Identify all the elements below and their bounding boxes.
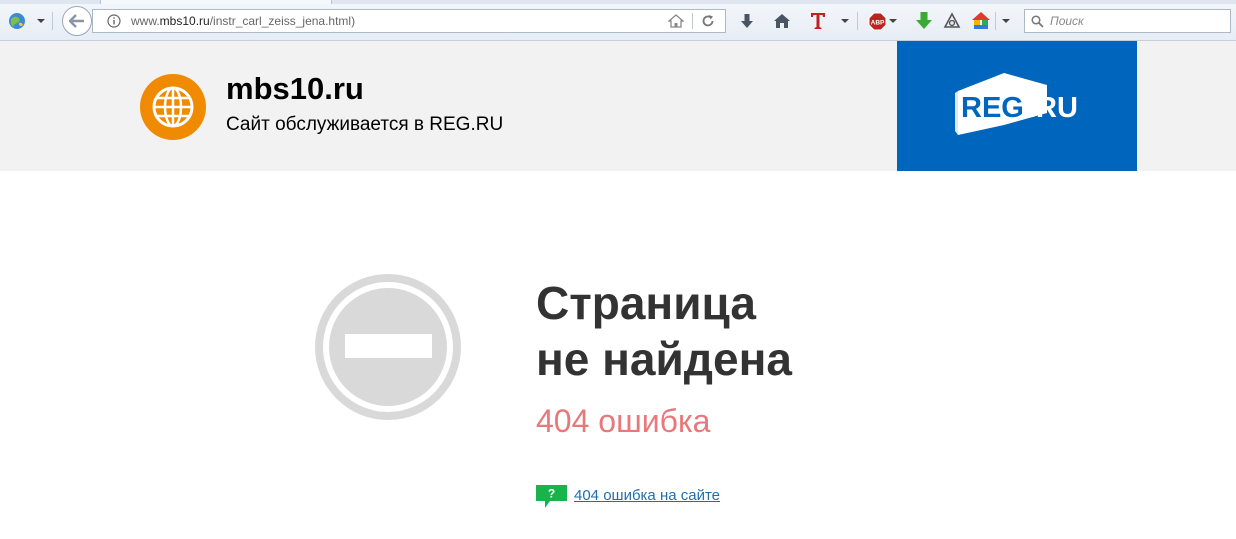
adblock-icon[interactable]: ABP bbox=[867, 11, 887, 31]
url-prefix: www. bbox=[131, 14, 160, 28]
reload-icon[interactable] bbox=[701, 14, 715, 28]
reg-ru-banner[interactable]: REG .RU bbox=[897, 41, 1137, 171]
toolbar-separator bbox=[995, 12, 996, 30]
adblock-label: ABP bbox=[870, 19, 884, 26]
reg-ru-logo: REG .RU bbox=[955, 73, 1078, 135]
green-download-icon[interactable] bbox=[914, 10, 934, 32]
target-icon[interactable] bbox=[942, 11, 962, 31]
home-icon[interactable] bbox=[772, 11, 792, 31]
title-line-1: Страница bbox=[536, 277, 756, 329]
t-icon[interactable] bbox=[808, 9, 828, 33]
info-icon[interactable] bbox=[107, 14, 121, 28]
url-host: mbs10.ru bbox=[159, 14, 210, 28]
hosting-tagline: Сайт обслуживается в REG.RU bbox=[226, 114, 504, 135]
tab-strip bbox=[0, 0, 1236, 4]
download-arrow-icon[interactable] bbox=[738, 11, 756, 31]
site-name: mbs10.ru bbox=[226, 71, 364, 106]
t-menu-chevron-icon[interactable] bbox=[840, 17, 850, 25]
colored-house-icon[interactable] bbox=[970, 10, 992, 32]
url-path: /instr_carl_zeiss_jena.html) bbox=[209, 14, 356, 28]
site-header: mbs10.ru Сайт обслуживается в REG.RU REG… bbox=[0, 41, 1236, 171]
page-home-icon[interactable] bbox=[668, 14, 684, 28]
browser-toolbar: www. mbs10.ru/instr_carl_zeiss_jena.html)… bbox=[0, 0, 1236, 41]
site-logo bbox=[140, 74, 206, 140]
globe-grid-icon bbox=[152, 86, 194, 128]
question-mark: ? bbox=[548, 487, 555, 501]
back-arrow-icon bbox=[69, 14, 85, 28]
toolbar-separator bbox=[52, 12, 53, 30]
menu-dropdown-icon[interactable] bbox=[1001, 17, 1011, 25]
title-line-2: не найдена bbox=[536, 333, 792, 385]
search-placeholder: Поиск bbox=[1050, 14, 1084, 28]
error-code-label: 404 ошибка bbox=[536, 403, 711, 439]
no-entry-icon bbox=[313, 272, 463, 422]
search-field[interactable]: Поиск bbox=[1024, 9, 1231, 33]
page-title: Страница не найдена bbox=[536, 275, 792, 387]
chevron-down-icon[interactable] bbox=[36, 17, 46, 25]
adblock-menu-chevron-icon[interactable] bbox=[888, 17, 898, 25]
url-bar[interactable]: www. mbs10.ru/instr_carl_zeiss_jena.html) bbox=[92, 9, 726, 33]
reg-logo-suffix: .RU bbox=[1028, 92, 1078, 124]
active-tab-edge[interactable] bbox=[100, 0, 332, 4]
back-button[interactable] bbox=[62, 6, 92, 36]
search-icon bbox=[1031, 14, 1044, 28]
toolbar-separator bbox=[857, 12, 858, 30]
question-bubble-icon: ? bbox=[536, 485, 568, 509]
help-404-link[interactable]: 404 ошибка на сайте bbox=[574, 487, 720, 504]
globe-icon[interactable] bbox=[6, 10, 28, 32]
reg-logo-text: REG bbox=[961, 92, 1024, 124]
